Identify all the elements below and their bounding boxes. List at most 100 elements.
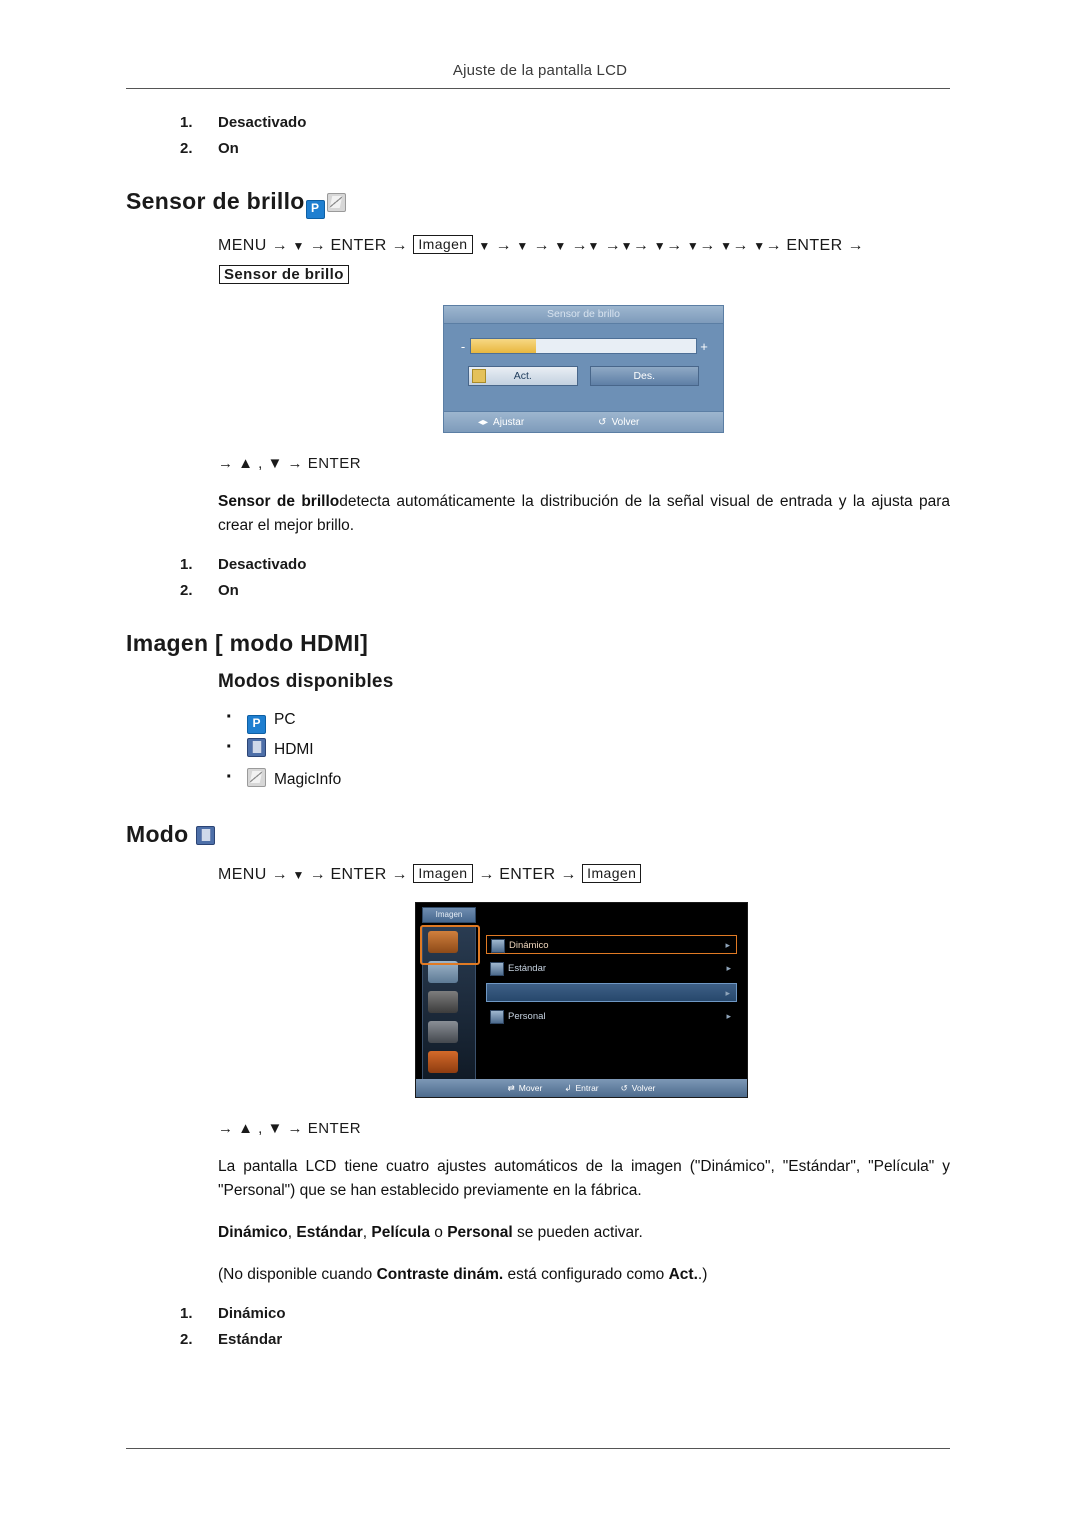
rail-icon-multicontrol[interactable] [428,1021,458,1043]
return-arrow-icon: ↺ [620,1082,628,1093]
menu-path-menu: MENU [218,237,267,254]
menu-path-enter-2: ENTER [786,237,843,254]
osd-row-personal[interactable]: Personal ▸ [486,1007,737,1026]
list-item-number: 2. [180,1331,193,1348]
header-divider [126,88,950,89]
osd-footer-adjust: ◂▸ Ajustar [478,416,525,428]
rail-icon-input[interactable] [428,1051,458,1073]
menu-path-enter-1: ENTER [330,866,387,883]
menu-path-menu: MENU [218,866,267,883]
list-item: 1. Desactivado [126,552,950,578]
top-options-list: 1. Desactivado 2. On [126,110,950,162]
list-item-label: Desactivado [218,114,307,131]
nav-hint-brightness-sensor: → ▲ , ▼ → ENTER [218,455,362,472]
list-item-label: Dinámico [218,1305,286,1322]
rail-selection-highlight [420,925,480,965]
osd-option-list: Dinámico ▸ Estándar ▸ ▸ Personal ▸ [480,925,743,1077]
list-item-label: HDMI [274,741,314,758]
menu-path-modo: MENU → ▼ → ENTER → Imagen → ENTER → Imag… [218,860,950,890]
nav-hint-modo: → ▲ , ▼ → ENTER [218,1120,362,1137]
osd-row-estandar[interactable]: Estándar ▸ [486,959,737,978]
magicinfo-badge-icon [247,768,266,787]
menu-path-enter-1: ENTER [330,237,387,254]
list-item-label: On [218,140,239,157]
value-pelicula: Película [371,1224,430,1241]
chevron-right-icon: ▸ [726,963,731,973]
bullet-icon [491,939,505,953]
note-bold-contraste: Contraste dinám. [376,1266,504,1283]
note-bold-act: Act. [668,1266,698,1283]
footer-divider [126,1448,950,1449]
osd-button-off[interactable]: Des. [589,366,699,386]
list-item-label: MagicInfo [274,771,342,788]
list-item: 2. On [126,578,950,604]
osd-row-label: Estándar [508,963,547,974]
osd-slider-row: - + [456,338,711,354]
list-item-label: PC [274,711,296,728]
value-estandar: Estándar [296,1224,363,1241]
description-bold: Sensor de brillo [218,493,340,510]
list-item: P PC [218,702,950,735]
list-item: HDMI [218,732,950,765]
osd-button-off-label: Des. [633,370,656,382]
osd-button-on[interactable]: Act. [468,366,578,386]
left-right-arrow-icon: ◂▸ [478,416,489,428]
value-dinamico: Dinámico [218,1224,288,1241]
subheading-modos-disponibles: Modos disponibles [218,671,394,692]
osd-row-dinamico[interactable]: Dinámico ▸ [486,935,737,954]
list-item: 2. Estándar [126,1327,950,1353]
list-item-label: Desactivado [218,556,307,573]
list-item-number: 1. [180,114,193,131]
available-modes-list: P PC HDMI MagicInfo [218,702,950,795]
osd-row-selected[interactable]: ▸ [486,983,737,1002]
minus-icon[interactable]: - [456,339,470,354]
paragraph-mode-note: (No disponible cuando Contraste dinám. e… [218,1263,950,1287]
slider-fill [471,339,537,353]
note-pre: (No disponible cuando [218,1266,377,1283]
list-item-number: 2. [180,582,193,599]
move-arrow-icon: ⇄ [507,1082,515,1093]
osd-button-on-label: Act. [513,370,532,382]
osd-tab-label: Imagen [422,907,476,923]
list-item: MagicInfo [218,762,950,795]
osd-title: Sensor de brillo [444,306,723,324]
page-header: Ajuste de la pantalla LCD [452,62,628,79]
hdmi-badge-icon [247,738,266,757]
menu-path-boxed-sensor: Sensor de brillo [219,265,349,284]
list-item-number: 1. [180,556,193,573]
section-title-text: Sensor de brillo [126,188,305,214]
osd-footer: ⇄ Mover ↲ Entrar ↺ Volver [416,1079,747,1097]
rail-icon-setup[interactable] [428,991,458,1013]
brightness-sensor-options-list: 1. Desactivado 2. On [126,552,950,604]
bullet-icon [490,962,504,976]
section-heading-brightness-sensor: Sensor de brillo P [126,188,950,219]
osd-footer: ◂▸ Ajustar ↺ Volver [444,411,723,432]
bullet-icon [490,1010,504,1024]
chevron-right-icon: ▸ [725,940,730,950]
plus-icon[interactable]: + [697,339,711,354]
sep: o [429,1224,448,1241]
menu-path-brightness-sensor: MENU → ▼ → ENTER → Imagen ▼ → ▼ → ▼ →▼ →… [218,235,864,284]
hdmi-badge-icon [196,826,216,845]
mode-options-list: 1. Dinámico 2. Estándar [126,1301,950,1353]
sep: se pueden activar. [512,1224,643,1241]
page-content: 1. Desactivado 2. On Sensor de brillo P M… [126,110,950,1353]
menu-path-boxed-imagen-2: Imagen [582,864,642,883]
menu-path-enter-2: ENTER [499,866,556,883]
brightness-slider[interactable] [470,338,697,354]
list-item: 2. On [126,136,950,162]
osd-brightness-sensor: Sensor de brillo - + Act. Des. ◂▸ Ajustar [443,305,724,433]
enter-arrow-icon: ↲ [564,1082,572,1093]
osd-button-row: Act. Des. [468,366,699,386]
list-item: 1. Desactivado [126,110,950,136]
note-post: .) [697,1266,708,1283]
menu-path-boxed-imagen-1: Imagen [413,864,473,883]
list-item-label: On [218,582,239,599]
paragraph-mode-description: La pantalla LCD tiene cuatro ajustes aut… [218,1158,950,1199]
chevron-right-icon: ▸ [726,1011,731,1021]
menu-path-boxed-imagen: Imagen [413,235,473,254]
osd-footer-back: ↺ Volver [598,416,640,428]
osd-row-label: Personal [508,1011,546,1022]
check-icon [472,369,486,383]
pc-badge-icon: P [305,200,325,219]
